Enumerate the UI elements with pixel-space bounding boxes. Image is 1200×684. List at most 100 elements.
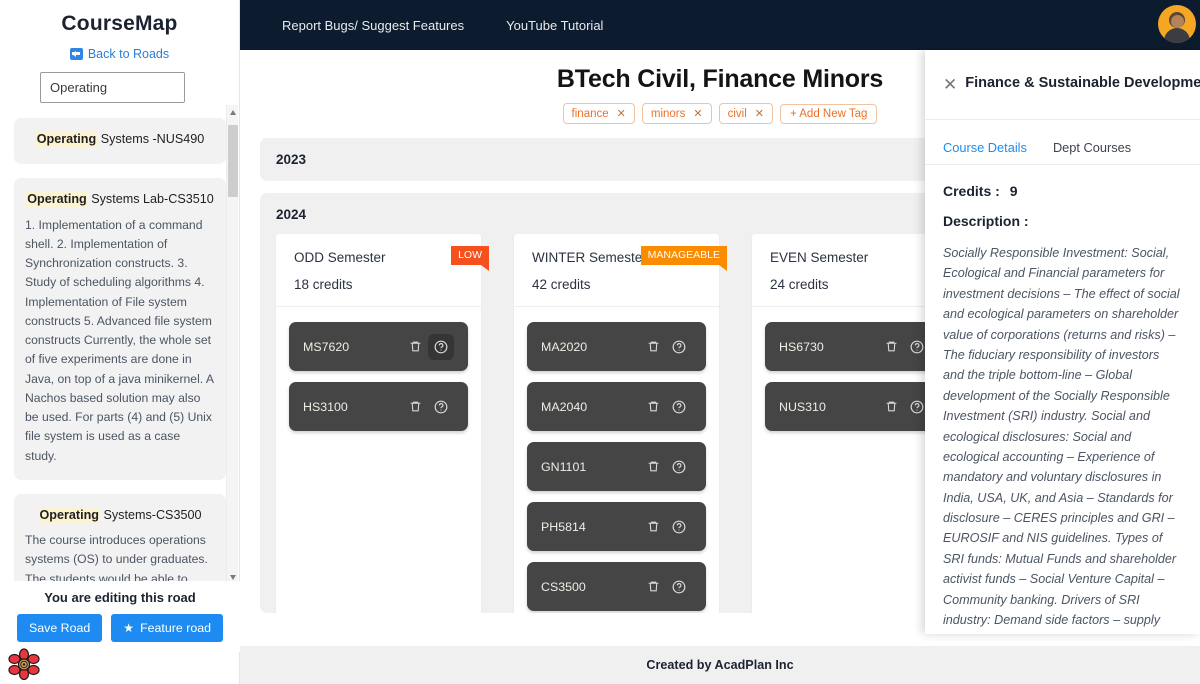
tag-label: civil: [727, 107, 747, 120]
nav-link-youtube-tutorial[interactable]: YouTube Tutorial: [506, 18, 603, 33]
credits-label: Credits :: [943, 183, 1000, 199]
semester-credits: 42 credits: [532, 277, 591, 292]
course-code: HS6730: [779, 339, 824, 354]
semester-credits: 18 credits: [294, 277, 353, 292]
app-brand-title: CourseMap: [61, 12, 178, 35]
semester-card-odd[interactable]: LOW ODD Semester 18 credits MS7620 HS310…: [276, 234, 489, 613]
course-chip[interactable]: CS3500: [527, 562, 706, 611]
trash-icon[interactable]: [640, 454, 666, 480]
add-new-tag-button[interactable]: + Add New Tag: [779, 103, 878, 124]
help-circle-icon[interactable]: [666, 394, 692, 420]
search-container: [0, 61, 239, 103]
result-title-highlight: Operating: [35, 131, 98, 147]
status-badge: MANAGEABLE: [640, 246, 728, 272]
course-chip[interactable]: HS6730: [765, 322, 944, 371]
course-chip[interactable]: HS3100: [289, 382, 468, 431]
help-circle-icon[interactable]: [428, 394, 454, 420]
description-label: Description :: [943, 213, 1029, 229]
drawer-title: Finance & Sustainable Development-MS7620: [965, 75, 1200, 92]
semester-credits: 24 credits: [770, 277, 829, 292]
trash-icon[interactable]: [402, 334, 428, 360]
course-code: PH5814: [541, 519, 586, 534]
course-code: MS7620: [303, 339, 350, 354]
list-item[interactable]: Operating Systems -NUS490: [14, 118, 226, 165]
result-title: Operating Systems -NUS490: [25, 130, 215, 148]
feature-road-label: Feature road: [140, 621, 212, 635]
semester-card-winter[interactable]: MANAGEABLE WINTER Semester 42 credits MA…: [514, 234, 728, 613]
credits-value: 9: [1009, 183, 1018, 199]
close-icon[interactable]: ✕: [617, 107, 626, 120]
close-icon[interactable]: ✕: [693, 107, 702, 120]
help-circle-icon[interactable]: [666, 454, 692, 480]
search-results-list: Operating Systems -NUS490 Operating Syst…: [0, 118, 240, 591]
course-code: GN1101: [541, 459, 587, 474]
semester-header: WINTER Semester 42 credits: [514, 234, 719, 306]
editing-status-text: You are editing this road: [44, 590, 196, 605]
sidebar-scrollbar[interactable]: [226, 105, 238, 585]
course-details-drawer: ✕ Finance & Sustainable Development-MS76…: [925, 50, 1200, 634]
course-chip[interactable]: MA2040: [527, 382, 706, 431]
avatar-body: [1164, 28, 1190, 43]
list-item[interactable]: Operating Systems Lab-CS3510 1. Implemen…: [14, 178, 226, 480]
scrollbar-thumb[interactable]: [228, 125, 238, 197]
result-title: Operating Systems Lab-CS3510: [25, 190, 215, 208]
back-to-roads-link[interactable]: Back to Roads: [0, 47, 239, 61]
feature-road-button[interactable]: ★ Feature road: [111, 614, 224, 642]
result-title: Operating Systems-CS3500: [25, 506, 215, 524]
course-chip[interactable]: MS7620: [289, 322, 468, 371]
drawer-body: Credits : 9 Description : Socially Respo…: [925, 165, 1200, 634]
save-road-label: Save Road: [28, 621, 91, 635]
help-circle-icon[interactable]: [666, 514, 692, 540]
avatar[interactable]: [1158, 5, 1196, 43]
trash-icon[interactable]: [640, 394, 666, 420]
scroll-down-arrow-icon[interactable]: [230, 575, 236, 580]
tag-chip[interactable]: civil ✕: [718, 103, 773, 124]
course-code: HS3100: [303, 399, 348, 414]
tag-label: minors: [650, 107, 686, 120]
result-title-highlight: Operating: [38, 506, 100, 523]
result-title-highlight: Operating: [26, 191, 88, 208]
close-icon[interactable]: ✕: [755, 107, 764, 120]
trash-icon[interactable]: [402, 394, 428, 420]
course-code: CS3500: [541, 579, 586, 594]
star-icon: ★: [123, 621, 135, 635]
tab-dept-courses[interactable]: Dept Courses: [1053, 140, 1131, 155]
result-title-rest: Systems-CS3500: [99, 507, 202, 522]
semester-header: ODD Semester 18 credits: [276, 234, 481, 306]
list-item[interactable]: Operating Systems-CS3500 The course intr…: [14, 493, 226, 591]
help-circle-icon[interactable]: [428, 333, 454, 360]
course-code: MA2040: [541, 399, 588, 414]
help-circle-icon[interactable]: [666, 334, 692, 360]
flower-logo-icon: [8, 648, 40, 680]
status-badge: LOW: [451, 246, 489, 272]
trash-icon[interactable]: [640, 514, 666, 540]
close-icon[interactable]: ✕: [943, 76, 957, 93]
tab-course-details[interactable]: Course Details: [943, 140, 1027, 155]
course-description: Socially Responsible Investment: Social,…: [943, 246, 1180, 634]
course-code: NUS310: [779, 399, 826, 414]
result-title-rest: Systems Lab-CS3510: [87, 192, 214, 207]
trash-icon[interactable]: [878, 394, 904, 420]
tag-chip[interactable]: minors ✕: [641, 103, 712, 124]
scroll-up-arrow-icon[interactable]: [230, 110, 236, 115]
credits-row: Credits : 9: [943, 183, 1182, 199]
course-chip[interactable]: PH5814: [527, 502, 706, 551]
edit-road-bar: You are editing this road Save Road ★ Fe…: [0, 581, 240, 652]
trash-icon[interactable]: [640, 334, 666, 360]
course-chip[interactable]: NUS310: [765, 382, 944, 431]
trash-icon[interactable]: [640, 574, 666, 600]
course-chip[interactable]: GN1101: [527, 442, 706, 491]
drawer-tabs: Course Details Dept Courses: [925, 120, 1200, 165]
help-circle-icon[interactable]: [666, 574, 692, 600]
search-input[interactable]: [40, 72, 185, 103]
trash-icon[interactable]: [878, 334, 904, 360]
top-navbar: Report Bugs/ Suggest Features YouTube Tu…: [240, 0, 1200, 50]
result-title-rest: Systems -NUS490: [97, 132, 205, 146]
page-footer: Created by AcadPlan Inc: [240, 646, 1200, 684]
save-road-button[interactable]: Save Road: [16, 614, 103, 642]
tag-chip[interactable]: finance ✕: [562, 103, 635, 124]
result-description: 1. Implementation of a command shell. 2.…: [25, 217, 214, 463]
back-arrow-icon: [69, 48, 83, 60]
nav-link-report-bugs[interactable]: Report Bugs/ Suggest Features: [282, 18, 464, 33]
course-chip[interactable]: MA2020: [527, 322, 706, 371]
